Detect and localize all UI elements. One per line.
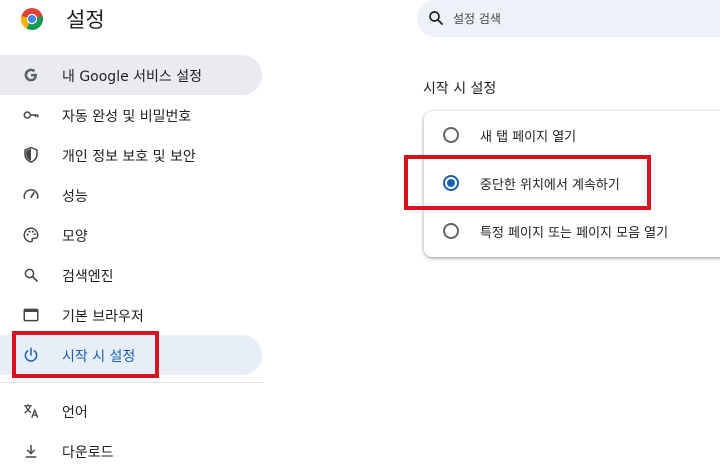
sidebar-item-autofill[interactable]: 자동 완성 및 비밀번호 (0, 95, 262, 135)
sidebar-item-google-services[interactable]: 내 Google 서비스 설정 (0, 55, 262, 95)
sidebar-item-label: 기본 브라우저 (62, 309, 144, 325)
chrome-logo-icon (21, 8, 43, 30)
section-title: 시작 시 설정 (423, 81, 497, 97)
search-icon (429, 11, 443, 25)
sidebar-item-label: 자동 완성 및 비밀번호 (62, 109, 192, 125)
sidebar-item-appearance[interactable]: 모양 (0, 215, 262, 255)
sidebar-item-label: 내 Google 서비스 설정 (62, 69, 202, 85)
google-g-icon (24, 68, 37, 82)
download-icon (25, 445, 37, 458)
sidebar-item-performance[interactable]: 성능 (0, 175, 262, 215)
radio-button[interactable] (443, 223, 459, 239)
option-specific-pages[interactable]: 특정 페이지 또는 페이지 모음 열기 (424, 207, 720, 255)
page-title: 설정 (66, 8, 105, 32)
search-input[interactable]: 설정 검색 (417, 0, 720, 37)
sidebar-item-label: 개인 정보 보호 및 보안 (62, 149, 196, 165)
sidebar-item-label: 다운로드 (62, 445, 114, 461)
palette-icon (23, 227, 39, 243)
speedometer-icon (23, 189, 39, 199)
highlight-box-sidebar (12, 331, 159, 378)
sidebar-item-label: 모양 (62, 229, 88, 245)
radio-button[interactable] (443, 127, 459, 143)
option-new-tab[interactable]: 새 탭 페이지 열기 (424, 111, 720, 159)
option-label: 특정 페이지 또는 페이지 모음 열기 (480, 226, 669, 241)
sidebar-item-label: 언어 (62, 405, 88, 421)
shield-icon (24, 146, 38, 163)
sidebar-item-search-engine[interactable]: 검색엔진 (0, 255, 262, 295)
browser-window-icon (23, 308, 39, 322)
sidebar-divider (0, 382, 264, 383)
sidebar-item-privacy[interactable]: 개인 정보 보호 및 보안 (0, 135, 262, 175)
sidebar-item-languages[interactable]: 언어 (0, 391, 262, 431)
option-label: 새 탭 페이지 열기 (480, 130, 577, 145)
sidebar-item-label: 성능 (62, 189, 88, 205)
app-header: 설정 설정 검색 (0, 0, 720, 44)
key-icon (23, 111, 39, 119)
sidebar-item-downloads[interactable]: 다운로드 (0, 431, 262, 471)
search-placeholder: 설정 검색 (453, 12, 501, 26)
highlight-box-option (404, 155, 651, 210)
sidebar-item-label: 검색엔진 (62, 269, 114, 285)
search-icon (24, 268, 38, 282)
sidebar-item-default-browser[interactable]: 기본 브라우저 (0, 295, 262, 335)
translate-icon (24, 404, 39, 419)
